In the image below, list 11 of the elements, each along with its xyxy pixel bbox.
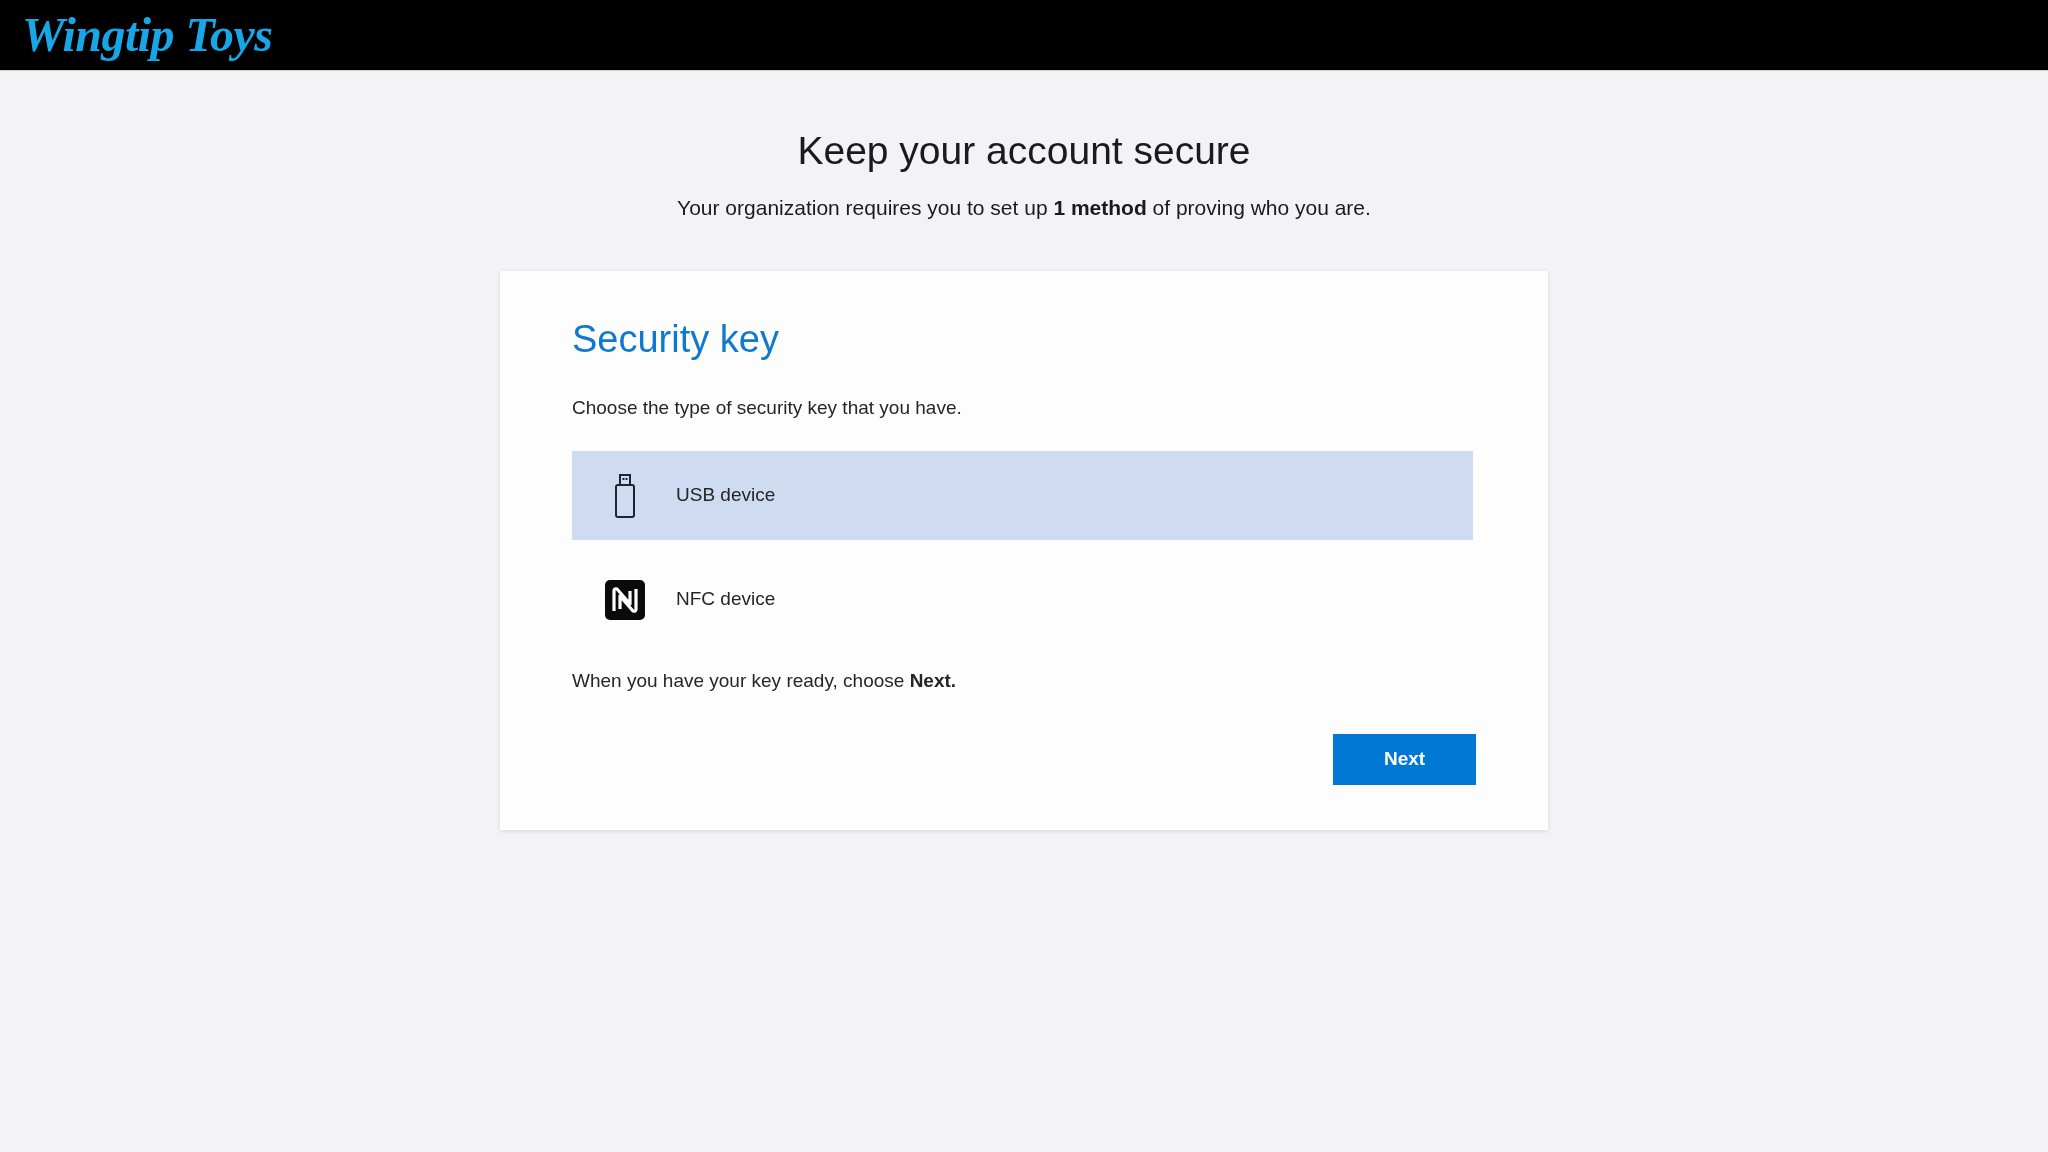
key-type-option[interactable]: NFC device (572, 555, 1473, 644)
page-subtitle: Your organization requires you to set up 1 method of proving who you are. (677, 195, 1371, 221)
usb-stick-icon (615, 473, 635, 518)
next-button[interactable]: Next (1333, 734, 1476, 785)
card-title: Security key (572, 317, 780, 362)
instruction-text: When you have your key ready, choose Next. (572, 669, 958, 693)
brand-logo: Wingtip Toys (22, 11, 273, 59)
page-title: Keep your account secure (797, 128, 1251, 174)
key-type-option[interactable]: USB device (572, 451, 1473, 540)
nfc-icon (605, 579, 645, 620)
card-prompt: Choose the type of security key that you have. (572, 396, 963, 420)
